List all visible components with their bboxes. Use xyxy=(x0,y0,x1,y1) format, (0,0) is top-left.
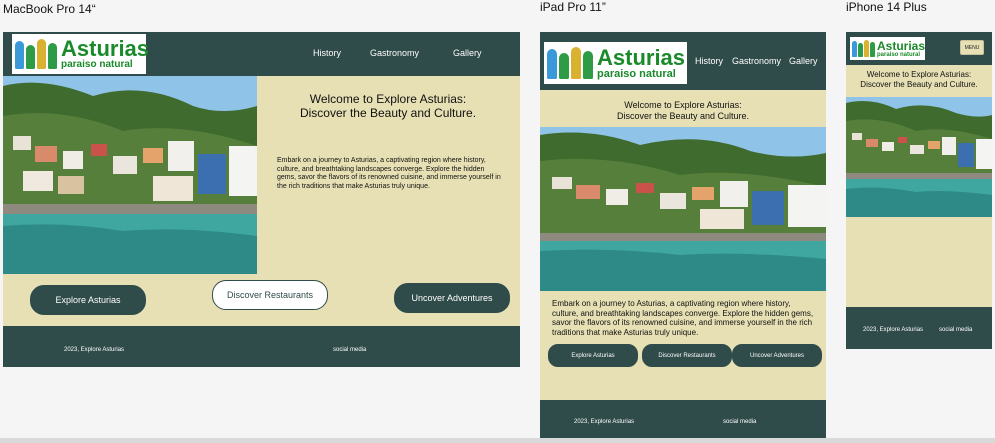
nav-gallery-link[interactable]: Gallery xyxy=(453,48,482,58)
ipad-hero-photo xyxy=(540,127,826,291)
macbook-frame-label: MacBook Pro 14“ xyxy=(3,2,96,16)
footer-copyright: 2023, Explore Asturias xyxy=(863,327,924,333)
welcome-line-2: Discover the Beauty and Culture. xyxy=(860,79,978,89)
nav-history-link[interactable]: History xyxy=(695,56,723,66)
welcome-line-2: Discover the Beauty and Culture. xyxy=(299,106,477,120)
logo-title: Asturias xyxy=(61,36,150,61)
macbook-frame: Asturias paraiso natural History Gastron… xyxy=(3,32,520,367)
welcome-line-1: Welcome to Explore Asturias: xyxy=(309,92,467,106)
logo-subtitle: paraiso natural xyxy=(877,51,921,58)
iphone-welcome-heading: Welcome to Explore Asturias: Discover th… xyxy=(846,70,992,89)
macbook-logo[interactable]: Asturias paraiso natural xyxy=(12,34,150,74)
footer-social-link[interactable]: social media xyxy=(333,347,366,353)
logo-mark-icon xyxy=(852,40,875,57)
ipad-navbar: Asturias paraiso natural History Gastron… xyxy=(540,32,826,90)
welcome-line-1: Welcome to Explore Asturias: xyxy=(624,100,742,110)
iphone-frame: Asturias paraiso natural MENU Welcome to… xyxy=(846,32,992,349)
welcome-line-2: Discover the Beauty and Culture. xyxy=(616,111,750,121)
logo-subtitle: paraiso natural xyxy=(61,59,133,70)
iphone-footer: 2023, Explore Asturias social media xyxy=(846,307,992,349)
footer-social-link[interactable]: social media xyxy=(723,419,756,425)
footer-social-link[interactable]: social media xyxy=(939,327,972,333)
logo-title: Asturias xyxy=(597,44,686,70)
macbook-navbar: Asturias paraiso natural History Gastron… xyxy=(3,32,520,76)
logo-title: Asturias xyxy=(877,38,926,53)
ipad-logo[interactable]: Asturias paraiso natural xyxy=(544,42,687,84)
footer-copyright: 2023, Explore Asturias xyxy=(64,347,125,353)
logo-subtitle: paraiso natural xyxy=(597,67,676,80)
nav-gastronomy-link[interactable]: Gastronomy xyxy=(732,56,781,66)
ipad-frame-label: iPad Pro 11” xyxy=(540,0,606,14)
iphone-logo[interactable]: Asturias paraiso natural xyxy=(850,37,925,60)
macbook-intro-text: Embark on a journey to Asturias, a capti… xyxy=(277,157,501,190)
discover-restaurants-button[interactable]: Discover Restaurants xyxy=(212,280,328,310)
ipad-intro-text: Embark on a journey to Asturias, a capti… xyxy=(552,299,814,337)
iphone-frame-label: iPhone 14 Plus xyxy=(846,0,927,14)
menu-button[interactable]: MENU xyxy=(960,40,984,55)
uncover-adventures-button[interactable]: Uncover Adventures xyxy=(732,344,822,367)
ipad-footer: 2023, Explore Asturias social media xyxy=(540,400,826,443)
design-canvas: MacBook Pro 14“ Asturias paraiso natural… xyxy=(0,0,995,443)
ipad-welcome-heading: Welcome to Explore Asturias: Discover th… xyxy=(540,100,826,122)
iphone-hero-photo xyxy=(846,97,992,217)
welcome-line-1: Welcome to Explore Asturias: xyxy=(866,70,972,79)
nav-history-link[interactable]: History xyxy=(313,48,341,58)
logo-mark-icon xyxy=(15,39,57,69)
uncover-adventures-button[interactable]: Uncover Adventures xyxy=(394,283,510,313)
canvas-horizontal-scrollbar[interactable] xyxy=(0,438,995,443)
macbook-hero-photo xyxy=(3,76,257,274)
ipad-frame: Asturias paraiso natural History Gastron… xyxy=(540,32,826,443)
nav-gallery-link[interactable]: Gallery xyxy=(789,56,818,66)
iphone-navbar: Asturias paraiso natural MENU xyxy=(846,32,992,65)
discover-restaurants-button[interactable]: Discover Restaurants xyxy=(642,344,732,367)
explore-asturias-button[interactable]: Explore Asturias xyxy=(548,344,638,367)
explore-asturias-button[interactable]: Explore Asturias xyxy=(30,285,146,315)
footer-copyright: 2023, Explore Asturias xyxy=(574,419,635,425)
logo-mark-icon xyxy=(547,47,593,79)
nav-gastronomy-link[interactable]: Gastronomy xyxy=(370,48,419,58)
macbook-welcome-heading: Welcome to Explore Asturias: Discover th… xyxy=(263,92,513,120)
macbook-footer: 2023, Explore Asturias social media xyxy=(3,326,520,367)
